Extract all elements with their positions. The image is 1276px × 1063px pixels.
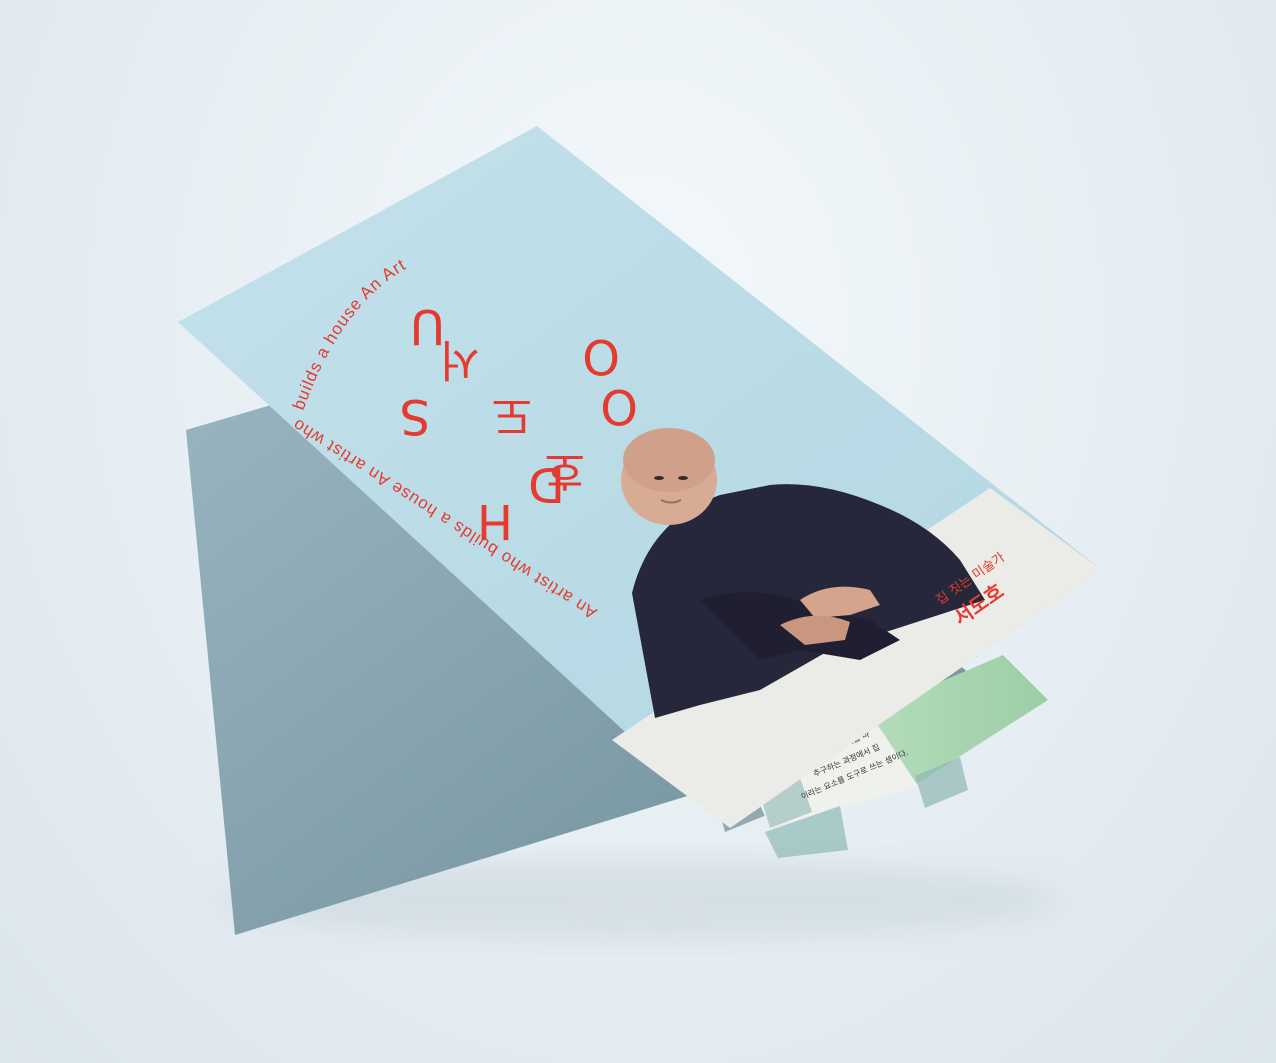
title-letter-o2: O <box>582 328 620 384</box>
title-letter-o1: O <box>600 378 638 434</box>
brochure-mockup-scene: 세계를 바 추구하는 과정에서 집 이라는 요소를 도구로 쓰는 셈이다. An… <box>178 126 1102 940</box>
korean-letter-do: 도 <box>492 389 532 440</box>
korean-letter-ho: 호 <box>545 444 585 495</box>
title-letter-s: S <box>400 388 430 444</box>
korean-letter-seo: 서 <box>440 334 480 385</box>
title-letter-h: H <box>477 493 513 549</box>
